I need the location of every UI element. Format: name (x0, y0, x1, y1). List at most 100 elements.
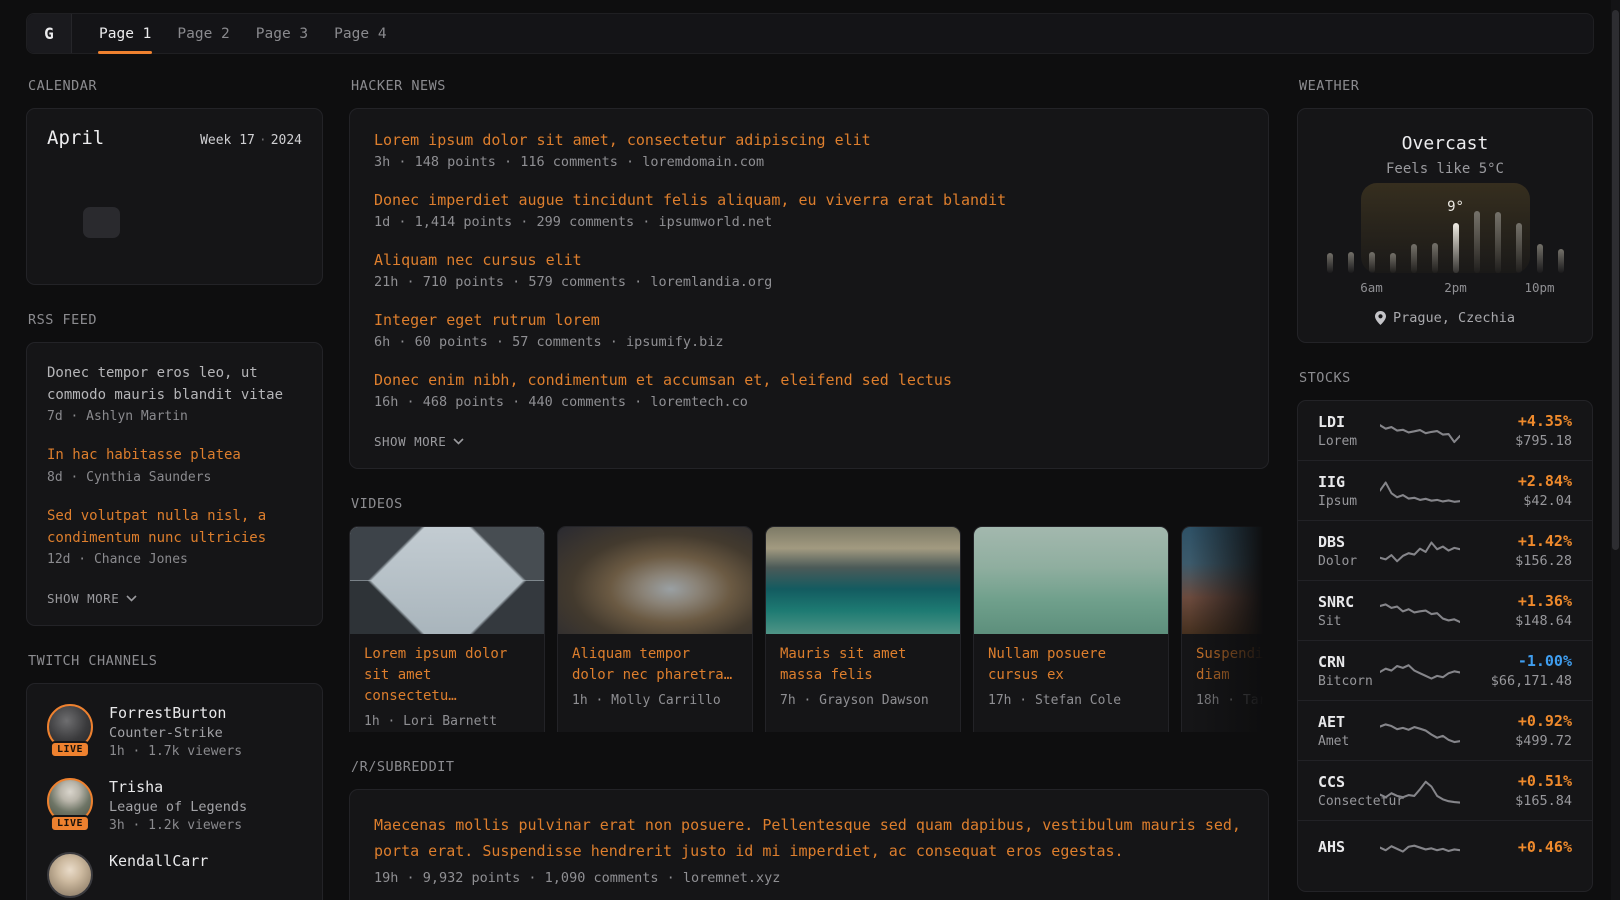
hackernews-item[interactable]: Donec imperdiet augue tincidunt felis al… (374, 191, 1244, 230)
show-more-label: SHOW MORE (47, 591, 119, 606)
video-card[interactable]: Suspendisse diam 18h · Tara (1181, 526, 1269, 732)
app-logo[interactable]: G (27, 14, 72, 53)
scrollbar-thumb[interactable] (1612, 10, 1619, 550)
nav-tab-label: Page 3 (256, 26, 308, 42)
weather-bar (1453, 223, 1459, 273)
stock-row[interactable]: DBS Dolor +1.42% $156.28 (1298, 520, 1592, 580)
weather-feels-like: Feels like 5°C (1318, 161, 1572, 177)
stock-change: -1.00% (1476, 652, 1572, 670)
videos-heading: VIDEOS (351, 496, 1269, 512)
calendar-day (156, 239, 192, 270)
stock-symbol: DBS (1318, 533, 1380, 551)
calendar-week: Week 17 (200, 133, 255, 148)
rss-item[interactable]: Sed volutpat nulla nisl, a condimentum n… (47, 506, 302, 567)
stock-price: $499.72 (1476, 733, 1572, 749)
calendar-day (156, 175, 192, 206)
rss-item[interactable]: In hac habitasse platea 8d · Cynthia Sau… (47, 445, 302, 485)
calendar-weekday-row (47, 161, 302, 175)
video-card[interactable]: Lorem ipsum dolor sit amet consectetu… 1… (349, 526, 545, 732)
page-scrollbar[interactable] (1611, 0, 1620, 900)
stock-row[interactable]: CRN Bitcorn -1.00% $66,171.48 (1298, 640, 1592, 700)
stock-row[interactable]: SNRC Sit +1.36% $148.64 (1298, 580, 1592, 640)
channel-avatar (47, 852, 93, 898)
calendar-day (83, 175, 119, 206)
calendar-day (83, 207, 119, 238)
time-axis-label: 6am (1360, 280, 1383, 295)
hackernews-item[interactable]: Integer eget rutrum lorem 6h · 60 points… (374, 311, 1244, 350)
chevron-down-icon (126, 595, 137, 602)
live-badge: LIVE (50, 815, 90, 832)
weather-bar (1537, 244, 1543, 273)
calendar-day (266, 239, 302, 270)
subreddit-card: Maecenas mollis pulvinar erat non posuer… (349, 789, 1269, 900)
calendar-day (83, 239, 119, 270)
hackernews-item[interactable]: Lorem ipsum dolor sit amet, consectetur … (374, 131, 1244, 170)
rss-item-meta: 8d · Cynthia Saunders (47, 470, 302, 485)
weather-location-label: Prague, Czechia (1393, 310, 1515, 326)
video-title: Aliquam tempor dolor nec pharetra… (572, 644, 738, 686)
stock-sparkline (1380, 715, 1460, 747)
weekday-label (47, 161, 83, 175)
stock-row[interactable]: CCS Consectetur +0.51% $165.84 (1298, 760, 1592, 820)
rss-item[interactable]: Donec tempor eros leo, ut commodo mauris… (47, 363, 302, 424)
videos-track: Lorem ipsum dolor sit amet consectetu… 1… (349, 526, 1269, 732)
weather-bar (1327, 253, 1333, 273)
twitch-heading: TWITCH CHANNELS (28, 653, 323, 669)
calendar-day (47, 207, 83, 238)
hackernews-item[interactable]: Aliquam nec cursus elit 21h · 710 points… (374, 251, 1244, 290)
weather-widget: WEATHER Overcast Feels like 5°C 9° 6am2p… (1297, 78, 1593, 343)
rss-item-title: Sed volutpat nulla nisl, a condimentum n… (47, 506, 302, 549)
right-column: WEATHER Overcast Feels like 5°C 9° 6am2p… (1297, 78, 1593, 900)
stock-row[interactable]: AHS +0.46% (1298, 820, 1592, 875)
video-card[interactable]: Aliquam tempor dolor nec pharetra… 1h · … (557, 526, 753, 732)
rss-item-meta: 12d · Chance Jones (47, 552, 302, 567)
calendar-year: 2024 (271, 133, 302, 148)
video-thumbnail (974, 527, 1168, 634)
channel-name: KendallCarr (109, 852, 208, 870)
nav-tab[interactable]: Page 1 (86, 14, 164, 53)
calendar-day (120, 207, 156, 238)
stock-price: $156.28 (1476, 553, 1572, 569)
calendar-day (47, 239, 83, 270)
stock-symbol: SNRC (1318, 593, 1380, 611)
hackernews-item-title: Lorem ipsum dolor sit amet, consectetur … (374, 131, 1244, 149)
stock-sparkline (1380, 475, 1460, 507)
hackernews-list: Lorem ipsum dolor sit amet, consectetur … (374, 131, 1244, 410)
stock-change: +0.46% (1476, 838, 1572, 856)
twitch-channel[interactable]: LIVE ForrestBurton Counter-Strike 1h · 1… (47, 704, 302, 759)
hackernews-widget: HACKER NEWS Lorem ipsum dolor sit amet, … (349, 78, 1269, 469)
stock-row[interactable]: LDI Lorem +4.35% $795.18 (1298, 401, 1592, 460)
subreddit-post-title[interactable]: Maecenas mollis pulvinar erat non posuer… (374, 812, 1244, 865)
nav-tab[interactable]: Page 2 (164, 14, 242, 53)
stock-change: +1.42% (1476, 532, 1572, 550)
weekday-label (193, 161, 229, 175)
stock-price: $795.18 (1476, 433, 1572, 449)
stock-symbol: CRN (1318, 653, 1380, 671)
hackernews-item-meta: 6h · 60 points · 57 comments · ipsumify.… (374, 334, 1244, 350)
stock-name: Dolor (1318, 554, 1380, 569)
hackernews-item-title: Integer eget rutrum lorem (374, 311, 1244, 329)
hackernews-show-more-button[interactable]: SHOW MORE (374, 434, 464, 449)
rss-show-more-button[interactable]: SHOW MORE (47, 591, 137, 606)
weekday-label (83, 161, 119, 175)
stock-price: $42.04 (1476, 493, 1572, 509)
weather-time-axis: 6am2pm10pm (1327, 280, 1564, 296)
stock-symbol: AET (1318, 713, 1380, 731)
rss-item-title: In hac habitasse platea (47, 445, 302, 467)
dot-separator: · (255, 133, 271, 148)
hackernews-item[interactable]: Donec enim nibh, condimentum et accumsan… (374, 371, 1244, 410)
weather-bar (1516, 223, 1522, 273)
video-meta: 1h · Lori Barnett (364, 714, 530, 729)
nav-tab[interactable]: Page 3 (243, 14, 321, 53)
video-card[interactable]: Mauris sit amet massa felis 7h · Grayson… (765, 526, 961, 732)
nav-tab-label: Page 4 (334, 26, 386, 42)
video-card[interactable]: Nullam posuere cursus ex 17h · Stefan Co… (973, 526, 1169, 732)
weather-bar (1348, 252, 1354, 273)
stock-row[interactable]: AET Amet +0.92% $499.72 (1298, 700, 1592, 760)
current-temp-label: 9° (1447, 199, 1464, 215)
stock-row[interactable]: IIG Ipsum +2.84% $42.04 (1298, 460, 1592, 520)
hackernews-item-meta: 21h · 710 points · 579 comments · loreml… (374, 274, 1244, 290)
twitch-channel[interactable]: LIVE Trisha League of Legends 3h · 1.2k … (47, 778, 302, 833)
twitch-channel[interactable]: LIVE KendallCarr (47, 852, 302, 898)
nav-tab[interactable]: Page 4 (321, 14, 399, 53)
